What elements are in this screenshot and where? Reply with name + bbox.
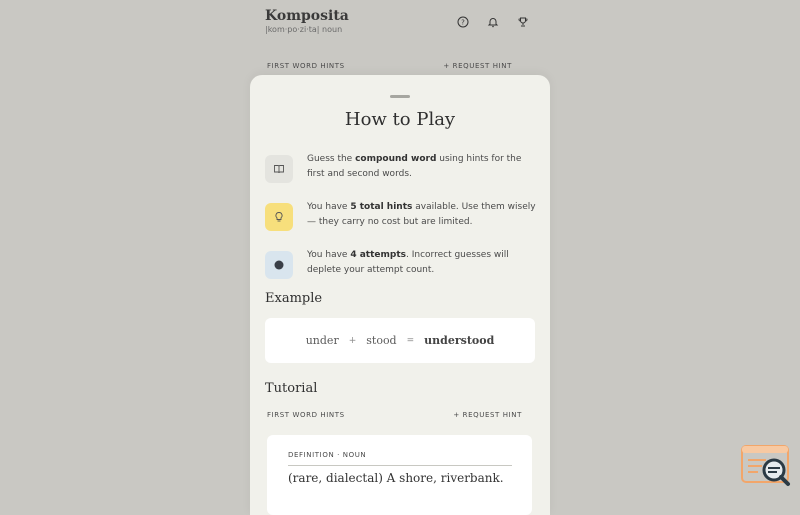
equals-sign: =: [406, 335, 415, 346]
tutorial-heading: Tutorial: [265, 381, 318, 396]
bell-icon[interactable]: [485, 14, 501, 30]
modal-title: How to Play: [344, 109, 456, 130]
first-word-hints-label: FIRST WORD HINTS: [267, 62, 345, 70]
rule-text: Guess the compound word using hints for …: [307, 154, 522, 179]
app-title: Komposita: [265, 8, 349, 24]
definition-text: (rare, dialectal) A shore, riverbank.: [288, 471, 504, 485]
example-second-word: stood: [366, 334, 397, 347]
definition-card: DEFINITION · NOUN (rare, dialectal) A sh…: [267, 435, 532, 515]
rule-text: You have 5 total hints available. Use th…: [307, 202, 536, 227]
header-icons: ?: [455, 14, 531, 30]
tutorial-request-hint-button[interactable]: + REQUEST HINT: [453, 411, 522, 419]
divider: [288, 465, 512, 466]
definition-label: DEFINITION · NOUN: [288, 451, 367, 459]
rule-item: You have 5 total hints available. Use th…: [265, 200, 540, 232]
dot-icon: [265, 251, 293, 279]
lightbulb-icon: [265, 203, 293, 231]
example-first-word: under: [305, 334, 339, 347]
rule-text: You have 4 attempts. Incorrect guesses w…: [307, 250, 509, 275]
example-result: understood: [424, 334, 495, 347]
rule-item: Guess the compound word using hints for …: [265, 152, 540, 184]
rule-item: You have 4 attempts. Incorrect guesses w…: [265, 248, 540, 280]
example-card: under + stood = understood: [265, 318, 535, 363]
example-heading: Example: [265, 291, 323, 306]
app-header: Komposita |kom·po·zi·ta| noun ?: [265, 8, 535, 40]
how-to-play-sheet: How to Play Guess the compound word usin…: [250, 75, 550, 515]
plus-sign: +: [348, 335, 357, 346]
request-hint-button[interactable]: + REQUEST HINT: [443, 62, 512, 70]
help-icon[interactable]: ?: [455, 14, 471, 30]
drag-handle[interactable]: [390, 95, 410, 98]
svg-text:?: ?: [461, 19, 465, 27]
tutorial-hints-row: FIRST WORD HINTS + REQUEST HINT: [267, 411, 522, 423]
background-hints-row: FIRST WORD HINTS + REQUEST HINT: [267, 62, 512, 74]
book-icon: [265, 155, 293, 183]
app-pronunciation: |kom·po·zi·ta| noun: [265, 25, 343, 34]
tutorial-hints-label: FIRST WORD HINTS: [267, 411, 345, 419]
trophy-icon[interactable]: [515, 14, 531, 30]
corner-logo: [740, 444, 792, 490]
